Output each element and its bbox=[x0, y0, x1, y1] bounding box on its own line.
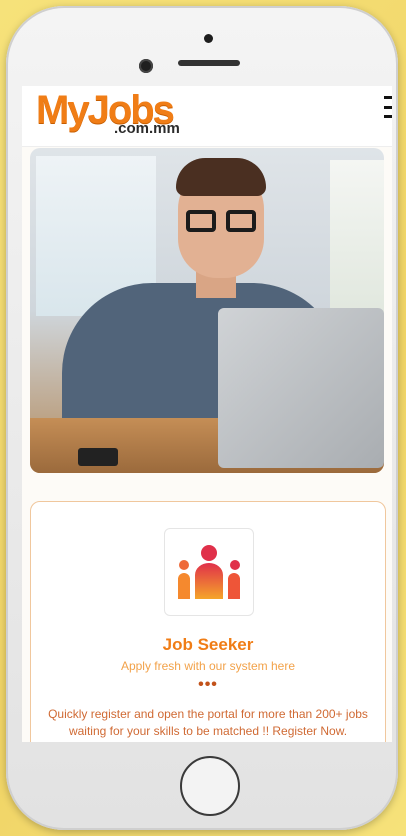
home-button[interactable] bbox=[180, 756, 240, 816]
hero-image bbox=[30, 148, 384, 473]
hero-glasses-left bbox=[186, 210, 216, 232]
hero-glasses-right bbox=[226, 210, 256, 232]
phone-screen: MyJobs .com.mm Job Seeker Apply fresh wi… bbox=[22, 86, 392, 742]
front-sensor-icon bbox=[204, 34, 213, 43]
people-group-icon bbox=[164, 528, 254, 616]
card-description: Quickly register and open the portal for… bbox=[48, 707, 368, 738]
front-camera-icon bbox=[139, 59, 153, 73]
logo-domain[interactable]: .com.mm bbox=[114, 120, 180, 137]
job-seeker-card[interactable]: Job Seeker Apply fresh with our system h… bbox=[30, 501, 386, 742]
card-title[interactable]: Job Seeker bbox=[31, 635, 385, 655]
hamburger-menu-icon[interactable] bbox=[384, 96, 392, 118]
hero-window-right bbox=[330, 160, 384, 330]
hero-phone bbox=[78, 448, 118, 466]
earpiece-speaker bbox=[178, 60, 240, 66]
card-subtitle: Apply fresh with our system here bbox=[120, 659, 296, 673]
card-divider-dots: ••• bbox=[198, 676, 218, 693]
site-header: MyJobs .com.mm bbox=[22, 86, 392, 147]
hero-laptop bbox=[218, 308, 384, 468]
hero-person-hair bbox=[176, 158, 266, 196]
